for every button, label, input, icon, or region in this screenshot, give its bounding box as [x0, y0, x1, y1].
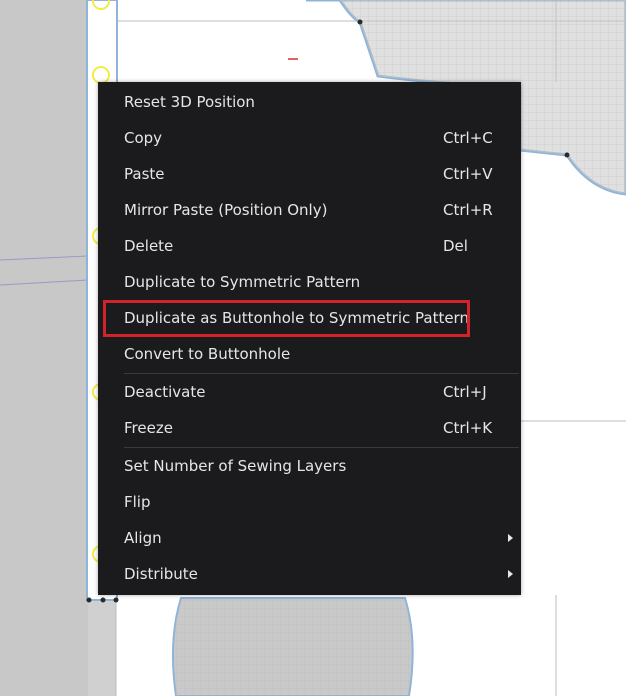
menu-item-shortcut: Ctrl+R	[443, 201, 493, 219]
menu-item-convert-buttonhole[interactable]: Convert to Buttonhole	[98, 336, 521, 372]
menu-item-align[interactable]: Align	[98, 520, 521, 556]
menu-item-label: Paste	[124, 165, 165, 183]
menu-item-label: Mirror Paste (Position Only)	[124, 201, 328, 219]
menu-item-shortcut: Ctrl+J	[443, 383, 487, 401]
menu-item-shortcut: Ctrl+C	[443, 129, 493, 147]
menu-item-label: Convert to Buttonhole	[124, 345, 291, 363]
menu-item-label: Freeze	[124, 419, 173, 437]
menu-item-flip[interactable]: Flip	[98, 484, 521, 520]
menu-item-label: Reset 3D Position	[124, 93, 255, 111]
menu-item-paste[interactable]: Paste Ctrl+V	[98, 156, 521, 192]
menu-item-label: Delete	[124, 237, 174, 255]
menu-item-label: Deactivate	[124, 383, 206, 401]
menu-item-mirror-paste[interactable]: Mirror Paste (Position Only) Ctrl+R	[98, 192, 521, 228]
menu-item-duplicate-symmetric[interactable]: Duplicate to Symmetric Pattern	[98, 264, 521, 300]
submenu-arrow-icon	[508, 570, 513, 578]
menu-item-deactivate[interactable]: Deactivate Ctrl+J	[98, 374, 521, 410]
menu-item-shortcut: Ctrl+V	[443, 165, 493, 183]
menu-item-delete[interactable]: Delete Del	[98, 228, 521, 264]
menu-item-label: Set Number of Sewing Layers	[124, 457, 347, 475]
menu-item-sewing-layers[interactable]: Set Number of Sewing Layers	[98, 448, 521, 484]
menu-item-copy[interactable]: Copy Ctrl+C	[98, 120, 521, 156]
menu-item-shortcut: Del	[443, 237, 468, 255]
menu-item-freeze[interactable]: Freeze Ctrl+K	[98, 410, 521, 446]
menu-item-shortcut: Ctrl+K	[443, 419, 493, 437]
menu-item-label: Flip	[124, 493, 151, 511]
menu-item-distribute[interactable]: Distribute	[98, 556, 521, 592]
menu-item-label: Align	[124, 529, 162, 547]
submenu-arrow-icon	[508, 534, 513, 542]
menu-item-label: Copy	[124, 129, 163, 147]
menu-item-label: Duplicate as Buttonhole to Symmetric Pat…	[124, 309, 469, 327]
menu-item-reset-3d-position[interactable]: Reset 3D Position	[98, 84, 521, 120]
menu-item-duplicate-buttonhole-symmetric[interactable]: Duplicate as Buttonhole to Symmetric Pat…	[98, 300, 521, 336]
context-menu: Reset 3D Position Copy Ctrl+C Paste Ctrl…	[98, 82, 521, 595]
menu-item-label: Distribute	[124, 565, 198, 583]
menu-item-label: Duplicate to Symmetric Pattern	[124, 273, 361, 291]
